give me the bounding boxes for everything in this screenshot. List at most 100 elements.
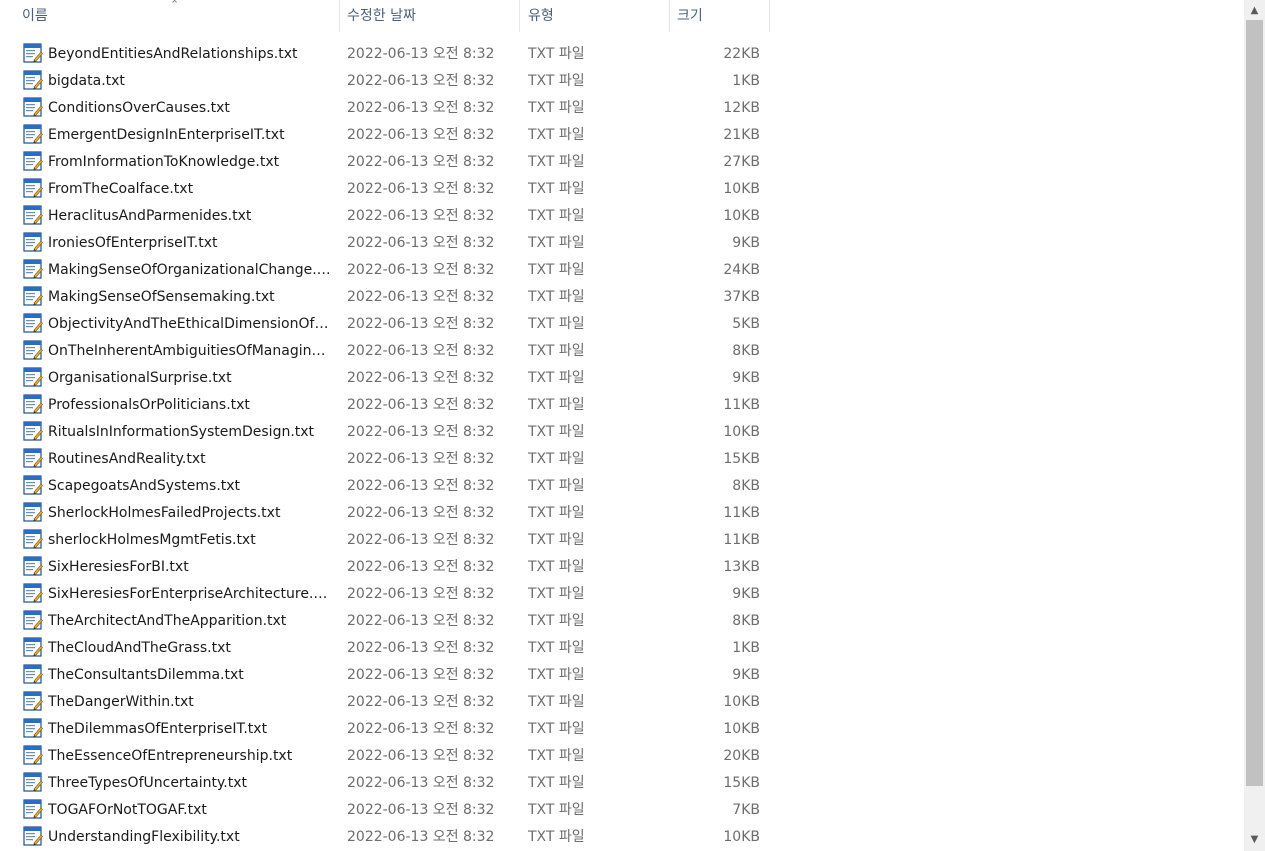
file-modified-date: 2022-06-13 오전 8:32 [347, 73, 495, 89]
file-name[interactable]: TheArchitectAndTheApparition.txt [48, 611, 332, 631]
file-name[interactable]: OrganisationalSurprise.txt [48, 368, 332, 388]
file-modified-date: 2022-06-13 오전 8:32 [347, 46, 495, 62]
file-name[interactable]: BeyondEntitiesAndRelationships.txt [48, 44, 332, 64]
file-name[interactable]: sherlockHolmesMgmtFetis.txt [48, 530, 332, 550]
text-file-icon [23, 502, 43, 522]
file-name[interactable]: EmergentDesignInEnterpriseIT.txt [48, 125, 332, 145]
file-name[interactable]: TheDangerWithin.txt [48, 692, 332, 712]
column-header-type[interactable]: 유형 [528, 0, 554, 32]
file-row[interactable]: TheCloudAndTheGrass.txt 2022-06-13 오전 8:… [0, 634, 770, 661]
file-modified-date: 2022-06-13 오전 8:32 [347, 127, 495, 143]
file-modified-date: 2022-06-13 오전 8:32 [347, 721, 495, 737]
file-modified-date: 2022-06-13 오전 8:32 [347, 451, 495, 467]
file-row[interactable]: TheDangerWithin.txt 2022-06-13 오전 8:32 T… [0, 688, 770, 715]
column-header-size[interactable]: 크기 [677, 0, 703, 32]
file-modified-date: 2022-06-13 오전 8:32 [347, 640, 495, 656]
column-divider[interactable] [339, 0, 340, 32]
file-row[interactable]: SixHeresiesForEnterpriseArchitecture.txt… [0, 580, 770, 607]
file-name[interactable]: FromTheCoalface.txt [48, 179, 332, 199]
column-header-modified[interactable]: 수정한 날짜 [347, 0, 416, 32]
file-size: 27KB [723, 154, 760, 170]
file-type: TXT 파일 [528, 343, 585, 359]
file-size: 9KB [732, 370, 760, 386]
file-modified-date: 2022-06-13 오전 8:32 [347, 289, 495, 305]
file-name[interactable]: ScapegoatsAndSystems.txt [48, 476, 332, 496]
file-modified-date: 2022-06-13 오전 8:32 [347, 613, 495, 629]
file-row[interactable]: HeraclitusAndParmenides.txt 2022-06-13 오… [0, 202, 770, 229]
vertical-scrollbar[interactable]: ▲ ▼ [1244, 0, 1265, 851]
file-row[interactable]: FromInformationToKnowledge.txt 2022-06-1… [0, 148, 770, 175]
file-row[interactable]: ScapegoatsAndSystems.txt 2022-06-13 오전 8… [0, 472, 770, 499]
column-header-name[interactable]: 이름 [22, 0, 48, 32]
scroll-thumb[interactable] [1246, 20, 1263, 786]
file-name[interactable]: IroniesOfEnterpriseIT.txt [48, 233, 332, 253]
text-file-icon [23, 205, 43, 225]
file-row[interactable]: RoutinesAndReality.txt 2022-06-13 오전 8:3… [0, 445, 770, 472]
file-row[interactable]: TheEssenceOfEntrepreneurship.txt 2022-06… [0, 742, 770, 769]
file-name[interactable]: TOGAFOrNotTOGAF.txt [48, 800, 332, 820]
file-row[interactable]: TheDilemmasOfEnterpriseIT.txt 2022-06-13… [0, 715, 770, 742]
file-name[interactable]: RitualsInInformationSystemDesign.txt [48, 422, 332, 442]
scroll-up-arrow-icon[interactable]: ▲ [1244, 2, 1265, 20]
file-type: TXT 파일 [528, 532, 585, 548]
file-row[interactable]: ObjectivityAndTheEthicalDimensionOfD... … [0, 310, 770, 337]
scroll-down-arrow-icon[interactable]: ▼ [1244, 831, 1265, 849]
file-name[interactable]: UnderstandingFlexibility.txt [48, 827, 332, 847]
file-row[interactable]: OrganisationalSurprise.txt 2022-06-13 오전… [0, 364, 770, 391]
text-file-icon [23, 691, 43, 711]
file-row[interactable]: EmergentDesignInEnterpriseIT.txt 2022-06… [0, 121, 770, 148]
file-row[interactable]: MakingSenseOfOrganizationalChange.txt 20… [0, 256, 770, 283]
text-file-icon [23, 70, 43, 90]
file-name[interactable]: SherlockHolmesFailedProjects.txt [48, 503, 332, 523]
file-name[interactable]: MakingSenseOfSensemaking.txt [48, 287, 332, 307]
file-row[interactable]: sherlockHolmesMgmtFetis.txt 2022-06-13 오… [0, 526, 770, 553]
text-file-icon [23, 529, 43, 549]
file-name[interactable]: bigdata.txt [48, 71, 332, 91]
file-name[interactable]: TheDilemmasOfEnterpriseIT.txt [48, 719, 332, 739]
file-modified-date: 2022-06-13 오전 8:32 [347, 181, 495, 197]
file-size: 9KB [732, 235, 760, 251]
file-name[interactable]: ThreeTypesOfUncertainty.txt [48, 773, 332, 793]
file-row[interactable]: ConditionsOverCauses.txt 2022-06-13 오전 8… [0, 94, 770, 121]
file-size: 11KB [723, 505, 760, 521]
file-name[interactable]: MakingSenseOfOrganizationalChange.txt [48, 260, 332, 280]
file-name[interactable]: SixHeresiesForEnterpriseArchitecture.txt [48, 584, 332, 604]
file-row[interactable]: MakingSenseOfSensemaking.txt 2022-06-13 … [0, 283, 770, 310]
file-type: TXT 파일 [528, 370, 585, 386]
file-size: 11KB [723, 397, 760, 413]
file-size: 24KB [723, 262, 760, 278]
file-name[interactable]: ProfessionalsOrPoliticians.txt [48, 395, 332, 415]
column-divider[interactable] [519, 0, 520, 32]
column-divider[interactable] [769, 0, 770, 32]
file-row[interactable]: TheArchitectAndTheApparition.txt 2022-06… [0, 607, 770, 634]
file-row[interactable]: IroniesOfEnterpriseIT.txt 2022-06-13 오전 … [0, 229, 770, 256]
file-size: 5KB [732, 316, 760, 332]
file-name[interactable]: OnTheInherentAmbiguitiesOfManaging... [48, 341, 332, 361]
file-name[interactable]: RoutinesAndReality.txt [48, 449, 332, 469]
file-name[interactable]: TheEssenceOfEntrepreneurship.txt [48, 746, 332, 766]
column-header-bar: 이름 ⌃ 수정한 날짜 유형 크기 [0, 0, 1244, 32]
file-name[interactable]: ObjectivityAndTheEthicalDimensionOfD... [48, 314, 332, 334]
file-row[interactable]: FromTheCoalface.txt 2022-06-13 오전 8:32 T… [0, 175, 770, 202]
file-name[interactable]: SixHeresiesForBI.txt [48, 557, 332, 577]
file-size: 10KB [723, 694, 760, 710]
file-name[interactable]: TheCloudAndTheGrass.txt [48, 638, 332, 658]
file-name[interactable]: FromInformationToKnowledge.txt [48, 152, 332, 172]
file-row[interactable]: TheConsultantsDilemma.txt 2022-06-13 오전 … [0, 661, 770, 688]
file-row[interactable]: bigdata.txt 2022-06-13 오전 8:32 TXT 파일 1K… [0, 67, 770, 94]
file-name[interactable]: HeraclitusAndParmenides.txt [48, 206, 332, 226]
file-row[interactable]: ThreeTypesOfUncertainty.txt 2022-06-13 오… [0, 769, 770, 796]
file-row[interactable]: RitualsInInformationSystemDesign.txt 202… [0, 418, 770, 445]
file-row[interactable]: OnTheInherentAmbiguitiesOfManaging... 20… [0, 337, 770, 364]
file-row[interactable]: UnderstandingFlexibility.txt 2022-06-13 … [0, 823, 770, 850]
file-row[interactable]: ProfessionalsOrPoliticians.txt 2022-06-1… [0, 391, 770, 418]
text-file-icon [23, 43, 43, 63]
file-row[interactable]: SixHeresiesForBI.txt 2022-06-13 오전 8:32 … [0, 553, 770, 580]
file-row[interactable]: BeyondEntitiesAndRelationships.txt 2022-… [0, 40, 770, 67]
file-row[interactable]: TOGAFOrNotTOGAF.txt 2022-06-13 오전 8:32 T… [0, 796, 770, 823]
file-name[interactable]: ConditionsOverCauses.txt [48, 98, 332, 118]
file-name[interactable]: TheConsultantsDilemma.txt [48, 665, 332, 685]
column-divider[interactable] [669, 0, 670, 32]
file-type: TXT 파일 [528, 802, 585, 818]
file-row[interactable]: SherlockHolmesFailedProjects.txt 2022-06… [0, 499, 770, 526]
